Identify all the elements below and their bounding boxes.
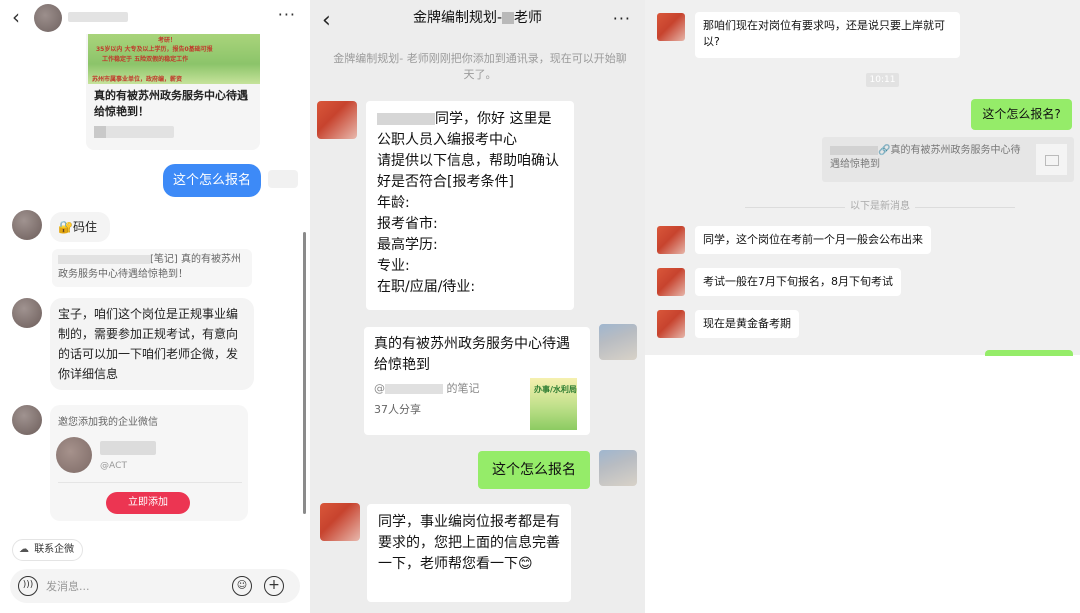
voice-icon[interactable]: )))	[18, 576, 38, 596]
avatar	[56, 437, 92, 473]
contact-name-blurred	[68, 12, 128, 22]
my-message-bubble: 这个怎么报名?	[971, 99, 1072, 130]
quoted-message[interactable]: 🔗真的有被苏州政务服务中心待遇给惊艳到	[822, 137, 1074, 182]
wechat-chat-panel: ‹ 金牌编制规划- 老师 ··· 金牌编制规划- 老师刚刚把你添加到通讯录，现在可…	[310, 0, 645, 613]
note-card-author-blurred	[94, 126, 174, 138]
message-bubble: 同学，事业编岗位报考都是有要求的，您把上面的信息完善一下，老师帮您看一下😊	[367, 504, 571, 602]
avatar[interactable]	[657, 310, 685, 338]
cloud-icon: ☁	[19, 544, 29, 555]
chevron-left-icon[interactable]: ‹	[12, 5, 20, 29]
message-bubble: 考试一般在7月下旬报名，8月下旬考试	[695, 268, 901, 296]
wecom-card-name-blurred	[100, 441, 156, 455]
new-messages-divider: 以下是新消息	[745, 201, 1015, 213]
message-input-bar: ))) 发消息... ☺ +	[10, 569, 300, 603]
avatar[interactable]	[317, 101, 357, 139]
avatar[interactable]	[657, 268, 685, 296]
quoted-text: 🔗真的有被苏州政务服务中心待遇给惊艳到	[830, 144, 1028, 172]
message-bubble: 同学，这个岗位在考前一个月一般会公布出来	[695, 226, 931, 254]
contact-wecom-label: 联系企微	[34, 544, 75, 555]
avatar[interactable]	[320, 503, 360, 541]
banner-line: 工作稳定于 五险双假的稳定工作	[102, 56, 189, 63]
divider	[915, 207, 1015, 208]
xhs-chat-panel: ‹ ··· 考研！ 35岁以内 大专及以上学历，报告0基础可报 工作稳定于 五险…	[0, 0, 310, 613]
plus-icon[interactable]: +	[264, 576, 284, 596]
note-card[interactable]: 考研！ 35岁以内 大专及以上学历，报告0基础可报 工作稳定于 五险双假的稳定工…	[86, 34, 260, 150]
shared-card-count: 37人分享	[374, 403, 421, 416]
banner-line: 苏州市属事业单位，政府编，薪资	[92, 76, 183, 83]
self-avatar[interactable]	[599, 450, 637, 486]
shared-card-source-label: 的笔记	[446, 382, 480, 395]
ellipsis-icon[interactable]: ···	[278, 5, 296, 24]
blurred-text	[385, 384, 443, 394]
note-card-banner: 考研！ 35岁以内 大专及以上学历，报告0基础可报 工作稳定于 五险双假的稳定工…	[88, 34, 260, 84]
avatar[interactable]	[12, 210, 42, 240]
scrollbar[interactable]	[303, 232, 306, 514]
wecom-card-sub: @АСТ	[100, 461, 127, 471]
self-avatar[interactable]	[599, 324, 637, 360]
add-wecom-button[interactable]: 立即添加	[106, 492, 190, 514]
banner-line: 考研！	[158, 37, 177, 44]
shared-note-card[interactable]: 真的有被苏州政务服务中心待遇给惊艳到 @ 的笔记 37人分享 办事/水利局	[364, 327, 590, 435]
chat-title-prefix: 金牌编制规划-	[412, 10, 503, 26]
shared-card-thumbnail: 办事/水利局	[530, 378, 577, 430]
contact-wecom-button[interactable]: ☁ 联系企微	[12, 539, 84, 561]
self-avatar	[268, 170, 298, 188]
lock-emoji-icon: 🔐	[58, 220, 73, 234]
message-bubble: 那咱们现在对岗位有要求吗，还是说只要上岸就可以?	[695, 12, 960, 58]
banner-line: 35岁以内 大专及以上学历，报告0基础可报	[96, 46, 213, 53]
message-bubble: 🔐码住	[50, 212, 110, 242]
avatar[interactable]	[34, 4, 62, 32]
timestamp: 10:11	[866, 73, 899, 87]
avatar[interactable]	[12, 405, 42, 435]
my-message-bubble: 这个怎么报名	[163, 164, 261, 197]
blurred-text	[830, 145, 878, 155]
avatar[interactable]	[12, 298, 42, 328]
message-bubble: 宝子，咱们这个岗位是正规事业编制的，需要参加正规考试，有意向的话可以加一下咱们老…	[50, 298, 254, 390]
wecom-card-title: 邀您添加我的企业微信	[58, 417, 158, 428]
message-text: 公职人员入编报考中心 请提供以下信息，帮助咱确认好是否符合[报考条件] 年龄: …	[377, 132, 559, 295]
emoji-icon[interactable]: ☺	[232, 576, 252, 596]
message-text: 同学，你好 这里是	[435, 111, 552, 127]
quote-prefix: [笔记]	[150, 254, 178, 265]
shared-card-title: 真的有被苏州政务服务中心待遇给惊艳到	[374, 336, 570, 373]
message-bubble: 现在是黄金备考期	[695, 310, 799, 338]
my-message-bubble-cropped	[985, 350, 1073, 356]
chat-header: ‹ 金牌编制规划- 老师 ···	[310, 0, 645, 40]
note-card-title: 真的有被苏州政务服务中心待遇给惊艳到！	[94, 89, 248, 118]
message-input[interactable]: 发消息...	[46, 578, 90, 594]
shared-card-source: @ 的笔记	[374, 382, 480, 395]
thumbnail-text: 办事/水利局	[534, 385, 577, 394]
chat-title-suffix: 老师	[514, 10, 543, 26]
blurred-text	[502, 12, 515, 24]
avatar[interactable]	[657, 13, 685, 41]
image-icon	[1036, 144, 1067, 175]
quoted-note[interactable]: [笔记] 真的有被苏州政务服务中心待遇给惊艳到！	[52, 249, 252, 287]
chat-header: ‹ ···	[0, 0, 310, 34]
system-message: 金牌编制规划- 老师刚刚把你添加到通讯录，现在可以开始聊天了。	[333, 52, 627, 81]
divider	[58, 482, 242, 483]
wechat-history-panel: 那咱们现在对岗位有要求吗，还是说只要上岸就可以? 10:11 这个怎么报名? 🔗…	[645, 0, 1080, 613]
message-bubble: 同学，你好 这里是 公职人员入编报考中心 请提供以下信息，帮助咱确认好是否符合[…	[366, 101, 574, 310]
message-text: 码住	[72, 220, 97, 234]
blurred-text	[377, 113, 435, 125]
avatar[interactable]	[657, 226, 685, 254]
ellipsis-icon[interactable]: ···	[613, 9, 631, 28]
chat-title: 金牌编制规划- 老师	[310, 7, 645, 27]
wecom-invite-card[interactable]: 邀您添加我的企业微信 @АСТ 立即添加	[50, 405, 248, 521]
my-message-bubble: 这个怎么报名	[478, 451, 590, 489]
blurred-text	[58, 254, 150, 264]
screenshot-collage: ‹ ··· 考研！ 35岁以内 大专及以上学历，报告0基础可报 工作稳定于 五险…	[0, 0, 1080, 613]
